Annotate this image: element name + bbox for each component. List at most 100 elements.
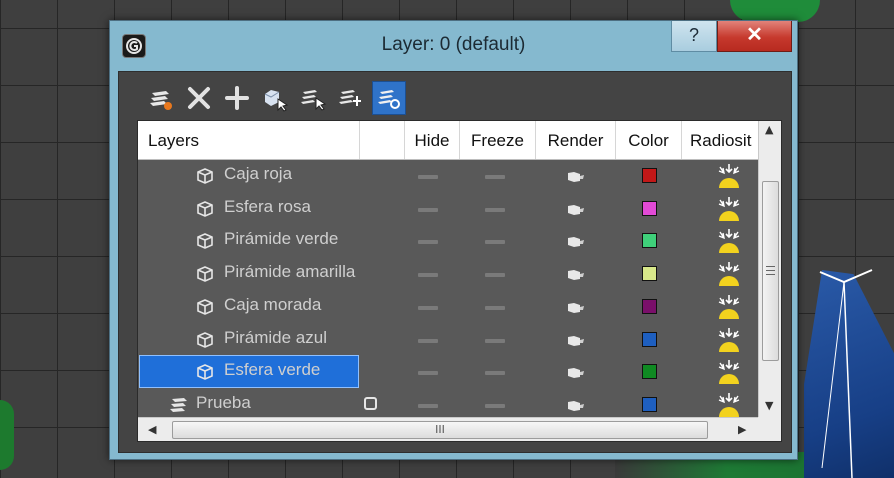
color-swatch[interactable] xyxy=(642,364,657,380)
hide-toggle-icon[interactable] xyxy=(418,273,438,278)
object-cube-icon xyxy=(196,265,214,287)
table-header: Layers Hide Freeze Render Color Radiosit xyxy=(138,121,758,160)
current-layer-icon xyxy=(378,90,400,109)
highlight-layers-icon xyxy=(301,90,327,111)
freeze-toggle-icon[interactable] xyxy=(485,371,505,376)
render-teapot-icon[interactable] xyxy=(565,267,585,286)
color-swatch[interactable] xyxy=(642,298,657,314)
select-highlighted-objects-button[interactable] xyxy=(258,81,292,115)
radiosity-light-icon[interactable] xyxy=(714,358,744,390)
vertical-scrollbar[interactable]: ▲ ▼ xyxy=(758,121,781,417)
close-button[interactable]: ✕ xyxy=(717,21,792,52)
layers-table: Layers Hide Freeze Render Color Radiosit… xyxy=(137,120,782,442)
scrollbar-corner xyxy=(758,417,781,441)
freeze-toggle-icon[interactable] xyxy=(485,403,505,408)
table-row[interactable]: Pirámide amarilla xyxy=(138,257,758,290)
table-row[interactable]: Esfera rosa xyxy=(138,192,758,225)
render-teapot-icon[interactable] xyxy=(565,234,585,253)
freeze-toggle-icon[interactable] xyxy=(485,305,505,310)
close-icon xyxy=(188,87,210,109)
select-objects-icon xyxy=(264,90,289,112)
radiosity-light-icon[interactable] xyxy=(714,195,744,227)
layer-name[interactable]: Esfera verde xyxy=(224,360,320,380)
table-row[interactable]: Caja roja xyxy=(138,159,758,192)
hide-toggle-icon[interactable] xyxy=(418,175,438,179)
layer-dialog: Layer: 0 (default) ? ✕ Layers Hide Freez… xyxy=(109,20,798,460)
object-cube-icon xyxy=(196,167,214,189)
color-swatch[interactable] xyxy=(642,331,657,347)
table-row[interactable]: Esfera verde xyxy=(138,355,758,390)
plus-icon xyxy=(225,86,249,110)
radiosity-light-icon[interactable] xyxy=(714,293,744,325)
freeze-toggle-icon[interactable] xyxy=(485,338,505,343)
layer-name[interactable]: Caja roja xyxy=(224,164,292,184)
column-spacer xyxy=(360,121,405,159)
current-layer-toggle-icon[interactable] xyxy=(364,396,377,410)
toolbar xyxy=(144,77,544,117)
horizontal-scrollbar[interactable]: ◀ III ▶ xyxy=(138,417,758,441)
create-new-layer-button[interactable] xyxy=(144,81,178,115)
column-header-render[interactable]: Render xyxy=(536,121,616,159)
radiosity-light-icon[interactable] xyxy=(714,260,744,292)
color-swatch[interactable] xyxy=(642,396,657,412)
render-teapot-icon[interactable] xyxy=(565,398,585,417)
highlight-selected-objects-button[interactable] xyxy=(296,81,330,115)
scroll-down-icon[interactable]: ▼ xyxy=(765,399,773,412)
render-teapot-icon[interactable] xyxy=(565,169,585,188)
scroll-right-icon[interactable]: ▶ xyxy=(738,423,746,436)
select-layer-icon xyxy=(339,90,361,106)
layer-icon xyxy=(169,396,189,418)
object-cube-icon xyxy=(196,200,214,222)
hide-toggle-icon[interactable] xyxy=(418,371,438,376)
column-header-layers[interactable]: Layers xyxy=(138,121,360,159)
horizontal-scroll-thumb[interactable]: III xyxy=(172,421,708,439)
title-bar[interactable]: Layer: 0 (default) ? ✕ xyxy=(110,21,797,71)
hide-toggle-icon[interactable] xyxy=(418,240,438,245)
hide-toggle-icon[interactable] xyxy=(418,338,438,343)
layer-name[interactable]: Prueba xyxy=(196,393,251,413)
set-current-layer-button[interactable] xyxy=(372,81,406,115)
column-header-color[interactable]: Color xyxy=(616,121,682,159)
select-layer-button[interactable] xyxy=(334,81,368,115)
freeze-toggle-icon[interactable] xyxy=(485,240,505,245)
render-teapot-icon[interactable] xyxy=(565,202,585,221)
layer-name[interactable]: Esfera rosa xyxy=(224,197,311,217)
radiosity-light-icon[interactable] xyxy=(714,227,744,259)
render-teapot-icon[interactable] xyxy=(565,333,585,352)
hide-toggle-icon[interactable] xyxy=(418,207,438,212)
color-swatch[interactable] xyxy=(642,200,657,216)
scroll-left-icon[interactable]: ◀ xyxy=(148,423,156,436)
table-row[interactable]: Pirámide azul xyxy=(138,323,758,356)
hide-toggle-icon[interactable] xyxy=(418,305,438,310)
help-button[interactable]: ? xyxy=(671,21,717,52)
column-header-hide[interactable]: Hide xyxy=(405,121,460,159)
render-teapot-icon[interactable] xyxy=(565,365,585,384)
table-row[interactable]: Caja morada xyxy=(138,290,758,323)
viewport-object xyxy=(0,400,14,470)
table-row[interactable]: Pirámide verde xyxy=(138,224,758,257)
column-header-freeze[interactable]: Freeze xyxy=(460,121,536,159)
add-to-layer-button[interactable] xyxy=(220,81,254,115)
object-cube-icon xyxy=(196,331,214,353)
layer-panel: Layers Hide Freeze Render Color Radiosit… xyxy=(118,71,792,453)
vertical-scroll-thumb[interactable] xyxy=(762,181,779,361)
freeze-toggle-icon[interactable] xyxy=(485,207,505,212)
color-swatch[interactable] xyxy=(642,233,657,249)
layer-name[interactable]: Pirámide verde xyxy=(224,229,338,249)
freeze-toggle-icon[interactable] xyxy=(485,273,505,278)
delete-layer-button[interactable] xyxy=(182,81,216,115)
hide-toggle-icon[interactable] xyxy=(418,403,438,408)
render-teapot-icon[interactable] xyxy=(565,300,585,319)
layer-name[interactable]: Caja morada xyxy=(224,295,321,315)
radiosity-light-icon[interactable] xyxy=(714,326,744,358)
column-header-radiosity[interactable]: Radiosit xyxy=(682,121,758,159)
color-swatch[interactable] xyxy=(642,266,657,282)
viewport-object xyxy=(730,0,820,22)
radiosity-light-icon[interactable] xyxy=(714,162,744,194)
table-row[interactable]: Prueba xyxy=(138,388,758,421)
freeze-toggle-icon[interactable] xyxy=(485,175,505,179)
scroll-up-icon[interactable]: ▲ xyxy=(765,123,773,136)
layer-name[interactable]: Pirámide amarilla xyxy=(224,262,355,282)
layer-name[interactable]: Pirámide azul xyxy=(224,328,327,348)
color-swatch[interactable] xyxy=(642,168,657,183)
